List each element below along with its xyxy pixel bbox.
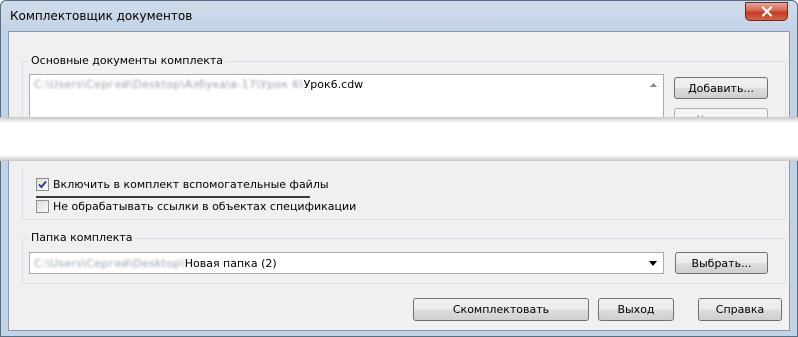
no-links-label: Не обрабатывать ссылки в объектах специф… <box>53 199 357 213</box>
no-links-checkbox-row[interactable]: Не обрабатывать ссылки в объектах специф… <box>36 199 356 213</box>
help-button[interactable]: Справка <box>698 298 782 321</box>
include-aux-checkbox[interactable] <box>36 177 49 191</box>
assemble-button[interactable]: Скомплектовать <box>413 298 589 321</box>
blurred-path: C:\Users\Сергей\Desktop\Азбука\в-17\Урок… <box>34 78 304 91</box>
window-title: Комплектовщик документов <box>10 9 193 23</box>
list-item[interactable]: C:\Users\Сергей\Desktop\Азбука\в-17\Урок… <box>34 78 363 91</box>
folder-combobox[interactable]: C:\Users\Сергей\Desktop\Новая папка (2) <box>29 252 664 274</box>
blurred-folder-path: C:\Users\Сергей\Desktop\ <box>34 257 185 270</box>
folder-dropdown-button[interactable] <box>645 255 661 271</box>
exit-button[interactable]: Выход <box>598 298 674 321</box>
title-bar[interactable]: Комплектовщик документов <box>1 1 797 31</box>
folder-legend: Папка комплекта <box>29 231 135 245</box>
choose-folder-button[interactable]: Выбрать... <box>675 252 768 274</box>
include-aux-checkbox-row[interactable]: Включить в комплект вспомогательные файл… <box>36 177 329 191</box>
no-links-checkbox[interactable] <box>36 199 49 213</box>
folder-name: Новая папка (2) <box>184 257 277 270</box>
folder-value: C:\Users\Сергей\Desktop\Новая папка (2) <box>34 257 277 270</box>
close-button[interactable] <box>745 2 788 21</box>
scroll-up-button[interactable] <box>646 77 661 92</box>
chevron-down-icon <box>649 260 657 266</box>
highlight-underline <box>36 196 310 198</box>
add-button[interactable]: Добавить... <box>674 77 768 99</box>
main-docs-legend: Основные документы комплекта <box>29 54 226 68</box>
chevron-up-icon <box>650 82 657 87</box>
file-name: Урок6.cdw <box>303 78 364 91</box>
include-aux-label: Включить в комплект вспомогательные файл… <box>53 177 329 191</box>
close-icon <box>761 6 772 17</box>
checkmark-icon <box>38 180 47 188</box>
screenshot-gap <box>0 117 798 161</box>
